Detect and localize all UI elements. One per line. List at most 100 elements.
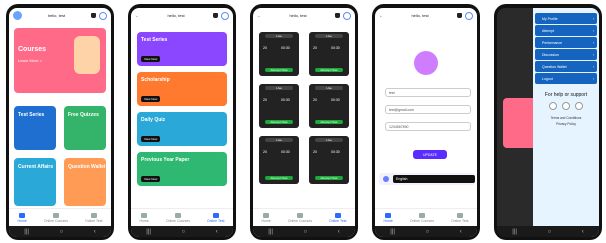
view-now-button[interactable]: View Now (141, 136, 161, 142)
back-icon[interactable]: ‹ (216, 229, 218, 235)
home-nav-icon[interactable]: ○ (304, 229, 308, 235)
view-now-button[interactable]: View Now (141, 176, 161, 182)
drawer-item-logout[interactable]: Logout › (535, 73, 597, 84)
back-arrow-icon[interactable]: ← (379, 13, 383, 18)
menu-icon[interactable] (221, 11, 229, 20)
back-icon[interactable]: ‹ (338, 229, 340, 235)
current-affairs-tile[interactable]: Current Affairs (14, 158, 56, 206)
back-icon[interactable]: ‹ (582, 229, 584, 235)
greeting: hello, test (167, 13, 185, 18)
screen-categories: ← hello, test Test Series View Now Schol… (131, 8, 233, 237)
tab-online-test[interactable]: Online Test (451, 212, 468, 223)
home-icon (385, 212, 392, 218)
drawer-item-attempt[interactable]: Attempt › (535, 25, 597, 36)
app-header: ← hello, test (375, 8, 477, 23)
back-arrow-icon[interactable]: ← (257, 13, 261, 18)
category-card[interactable]: Previous Year Paper View Now (137, 152, 227, 186)
drawer-item-question-wallet[interactable]: Question Wallet › (535, 61, 597, 72)
attempt-now-button[interactable]: Attempt Now (265, 68, 293, 72)
attempt-now-button[interactable]: Attempt Now (265, 176, 293, 180)
attempt-now-button[interactable]: Attempt Now (315, 120, 343, 124)
whatsapp-icon[interactable] (562, 102, 570, 110)
help-title: For help or support (544, 92, 588, 98)
tab-home[interactable]: Home (140, 212, 149, 223)
phone-field[interactable]: 1234567890 (385, 122, 471, 131)
test-series-tile[interactable]: Test Series (14, 106, 56, 150)
courses-banner[interactable]: Courses Learn More > (14, 28, 106, 93)
language-select[interactable]: English (393, 175, 475, 183)
avatar[interactable] (13, 11, 22, 20)
test-card[interactable]: Live 20 00:30 Attempt Now (309, 32, 349, 76)
bell-icon[interactable] (91, 13, 96, 18)
chevron-right-icon: › (592, 40, 594, 45)
home-nav-icon[interactable]: ○ (548, 229, 552, 235)
home-nav-icon[interactable]: ○ (426, 229, 430, 235)
menu-icon[interactable] (343, 11, 351, 20)
phone-tests: ← hello, test Live 20 00:30 Attempt Now … (250, 4, 358, 240)
question-count: 20 (313, 98, 317, 102)
duration: 00:30 (331, 150, 340, 154)
tab-online-courses[interactable]: Online Courses (288, 212, 312, 223)
test-card[interactable]: Live 20 00:30 Attempt Now (309, 84, 349, 128)
drawer-item-my-profile[interactable]: My Profile › (535, 13, 597, 24)
support-icons (533, 102, 599, 110)
test-label: Live (265, 138, 293, 142)
duration: 00:30 (331, 46, 340, 50)
free-quizzes-tile[interactable]: Free Quizzes (64, 106, 106, 150)
menu-icon[interactable] (465, 11, 473, 20)
view-now-button[interactable]: View Now (141, 56, 161, 62)
test-card[interactable]: Live 20 00:30 Attempt Now (309, 136, 349, 184)
question-count: 20 (263, 46, 267, 50)
tab-online-courses[interactable]: Online Courses (410, 212, 434, 223)
test-card[interactable]: Live 20 00:30 Attempt Now (259, 84, 299, 128)
tab-home[interactable]: Home (384, 212, 393, 223)
recent-icon[interactable]: ||| (24, 229, 29, 235)
test-card[interactable]: Live 20 00:30 Attempt Now (259, 136, 299, 184)
tab-online-test[interactable]: Online Test (85, 212, 102, 223)
test-card[interactable]: Live 20 00:30 Attempt Now (259, 32, 299, 76)
bell-icon[interactable] (457, 13, 462, 18)
email-icon[interactable] (575, 102, 583, 110)
question-count: 20 (313, 150, 317, 154)
update-button[interactable]: UPDATE (413, 150, 447, 159)
attempt-now-button[interactable]: Attempt Now (265, 120, 293, 124)
recent-icon[interactable]: ||| (146, 229, 151, 235)
back-arrow-icon[interactable]: ← (135, 13, 139, 18)
category-card[interactable]: Scholarship View Now (137, 72, 227, 106)
phone-icon[interactable] (549, 102, 557, 110)
bell-icon[interactable] (213, 13, 218, 18)
attempt-now-button[interactable]: Attempt Now (315, 68, 343, 72)
card-title: Test Series (141, 37, 168, 43)
bell-icon[interactable] (335, 13, 340, 18)
test-icon (212, 212, 219, 218)
recent-icon[interactable]: ||| (268, 229, 273, 235)
category-card[interactable]: Test Series View Now (137, 32, 227, 66)
recent-icon[interactable]: ||| (512, 229, 517, 235)
category-card[interactable]: Daily Quiz View Now (137, 112, 227, 146)
profile-avatar[interactable] (414, 51, 438, 75)
tab-home[interactable]: Home (262, 212, 271, 223)
view-now-button[interactable]: View Now (141, 96, 161, 102)
name-field[interactable]: test (385, 88, 471, 97)
recent-icon[interactable]: ||| (390, 229, 395, 235)
email-field[interactable]: test@gmail.com (385, 105, 471, 114)
courses-cta[interactable]: Learn More > (18, 58, 42, 63)
question-wallet-tile[interactable]: Question Wallet (64, 158, 106, 206)
menu-icon[interactable] (99, 11, 107, 20)
privacy-link[interactable]: Privacy Policy (533, 122, 599, 126)
card-title: Daily Quiz (141, 117, 166, 123)
terms-link[interactable]: Terms and Conditions (533, 116, 599, 120)
back-icon[interactable]: ‹ (460, 229, 462, 235)
tab-online-test[interactable]: Online Test (329, 212, 346, 223)
home-nav-icon[interactable]: ○ (60, 229, 64, 235)
tab-online-courses[interactable]: Online Courses (166, 212, 190, 223)
tab-online-test[interactable]: Online Test (207, 212, 224, 223)
bottom-tabs: Home Online Courses Online Test (253, 208, 355, 226)
home-nav-icon[interactable]: ○ (182, 229, 186, 235)
drawer-item-discussion[interactable]: Discussion › (535, 49, 597, 60)
attempt-now-button[interactable]: Attempt Now (315, 176, 343, 180)
drawer-item-performance[interactable]: Performance › (535, 37, 597, 48)
tab-online-courses[interactable]: Online Courses (44, 212, 68, 223)
tab-home[interactable]: Home (18, 212, 27, 223)
back-icon[interactable]: ‹ (94, 229, 96, 235)
